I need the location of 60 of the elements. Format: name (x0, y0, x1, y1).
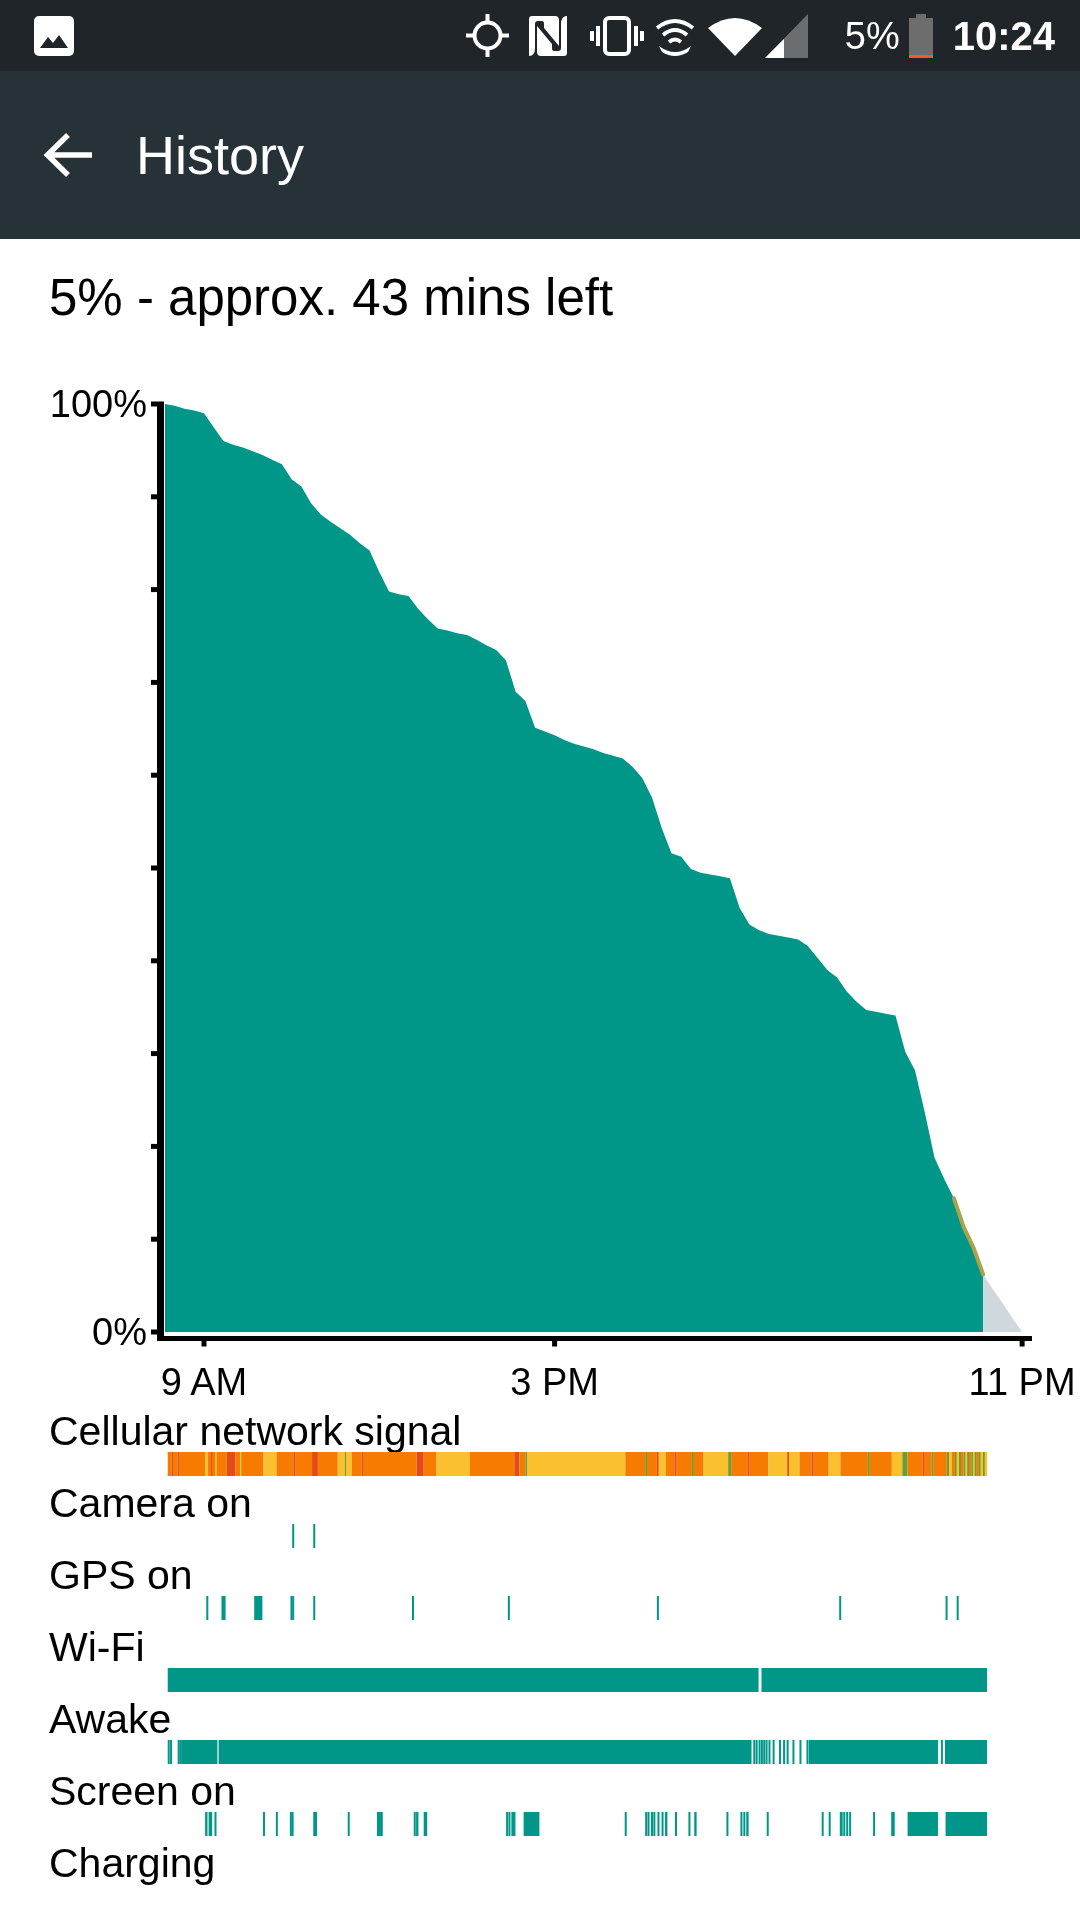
timeline-segment (792, 1740, 795, 1764)
timeline-segment (656, 1596, 659, 1620)
timeline-segment (275, 1812, 278, 1836)
timeline-segment (254, 1596, 263, 1620)
timeline-segment (821, 1812, 824, 1836)
timeline-segment (313, 1596, 316, 1620)
timeline-segment (675, 1812, 677, 1836)
timeline-segment (828, 1812, 831, 1836)
timeline-segment (694, 1812, 697, 1836)
wifi-icon (707, 15, 762, 56)
battery-icon (908, 13, 933, 58)
timeline-segment (507, 1596, 510, 1620)
timeline-segment (347, 1812, 350, 1836)
back-arrow-icon (43, 132, 93, 178)
axis-label: 3 PM (510, 1361, 599, 1403)
timeline-segment (726, 1812, 729, 1836)
timeline-segment (688, 1812, 691, 1836)
nfc-icon (528, 15, 567, 56)
axis-label: 100% (49, 383, 147, 425)
timeline-segment (766, 1812, 769, 1836)
timeline-segment (624, 1812, 627, 1836)
vibrate-icon (589, 15, 644, 56)
timeline-segment (221, 1596, 226, 1620)
timeline-segment (292, 1524, 295, 1548)
timeline-segment (956, 1596, 959, 1620)
timeline-segment (376, 1812, 383, 1836)
axis-label: 11 PM (968, 1361, 1076, 1403)
crosshair-icon (465, 14, 509, 57)
event-label: Charging (49, 1842, 216, 1884)
axis-label: 0% (92, 1311, 147, 1353)
battery-percent: 5% (844, 13, 900, 59)
timeline-segment (945, 1740, 988, 1764)
timeline-segment (907, 1812, 938, 1836)
timeline-segment (423, 1812, 428, 1836)
event-label: Camera on (49, 1482, 252, 1524)
timeline-segment (799, 1740, 802, 1764)
event-label: Awake (49, 1698, 172, 1740)
timeline-segment (779, 1740, 781, 1764)
event-label: Cellular network signal (49, 1410, 462, 1452)
signal-icon (764, 13, 808, 58)
timeline-segment (945, 1596, 948, 1620)
back-button[interactable] (43, 132, 93, 178)
axis-label: 9 AM (160, 1361, 248, 1403)
image-icon (34, 15, 74, 56)
timeline-segment (263, 1812, 265, 1836)
event-label: Screen on (49, 1770, 236, 1812)
battery-estimate: 5% - approx. 43 mins left (49, 268, 614, 328)
timeline-segment (839, 1596, 842, 1620)
timeline-segment (313, 1524, 316, 1548)
timeline-segment (412, 1596, 414, 1620)
screen-title: History (136, 124, 304, 186)
timeline-segment (523, 1812, 540, 1836)
timeline-segment (891, 1812, 895, 1836)
clock-time: 10:24 (952, 12, 1055, 59)
event-label: Wi-Fi (49, 1626, 145, 1668)
timeline-segment (940, 1740, 943, 1764)
timeline-segment (945, 1812, 988, 1836)
timeline-segment (873, 1812, 876, 1836)
event-label: GPS on (49, 1554, 193, 1596)
timeline-segment (206, 1596, 209, 1620)
